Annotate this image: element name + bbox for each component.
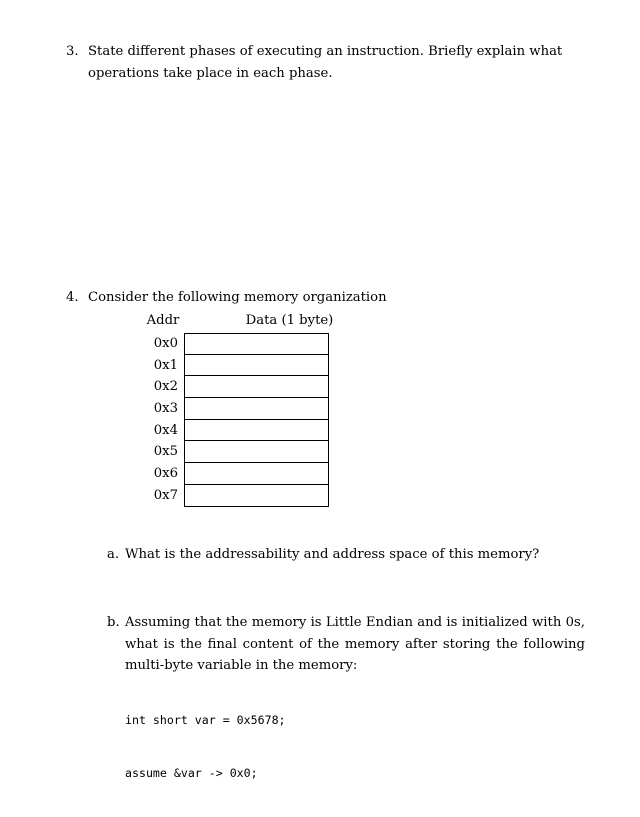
memory-table-body: 0x0 0x1 0x2 0x3 0x4 0x5 0x6 0x7 xyxy=(136,333,329,507)
memory-data-cell[interactable] xyxy=(184,419,329,442)
memory-data-cell[interactable] xyxy=(184,376,329,399)
memory-table: Addr Data (1 byte) 0x0 0x1 0x2 0x3 0x4 0… xyxy=(136,311,334,507)
memory-data-cell[interactable] xyxy=(184,484,329,507)
memory-data-cell[interactable] xyxy=(184,441,329,464)
subpart-b-marker: b. xyxy=(107,615,120,630)
subpart-a: a. What is the addressability and addres… xyxy=(107,544,587,566)
table-row: 0x6 xyxy=(136,463,329,485)
question-3-marker: 3. xyxy=(66,44,79,59)
memory-address-label: 0x5 xyxy=(153,444,178,460)
table-row: 0x2 xyxy=(136,376,329,399)
table-row: 0x1 xyxy=(136,354,329,377)
table-row: 0x5 xyxy=(136,441,329,464)
memory-table-header-row: Addr Data (1 byte) xyxy=(136,311,334,332)
memory-table-header-data: Data (1 byte) xyxy=(245,313,334,328)
memory-address-label: 0x0 xyxy=(153,336,178,351)
code-line-assumption: assume &var -> 0x0; xyxy=(125,765,258,780)
table-row: 0x0 xyxy=(136,333,329,355)
memory-data-cell[interactable] xyxy=(184,354,329,377)
question-3: 3. State different phases of executing a… xyxy=(66,41,586,84)
question-3-text: State different phases of executing an i… xyxy=(88,44,563,81)
question-4-text: Consider the following memory organizati… xyxy=(88,290,387,305)
memory-address-label: 0x4 xyxy=(153,422,178,438)
question-4-marker: 4. xyxy=(66,290,79,305)
memory-data-cell[interactable] xyxy=(184,463,329,485)
memory-address-label: 0x7 xyxy=(153,487,178,503)
memory-address-label: 0x2 xyxy=(153,379,178,395)
table-row: 0x4 xyxy=(136,419,329,442)
memory-address-label: 0x6 xyxy=(153,466,178,482)
subpart-b: b. Assuming that the memory is Little En… xyxy=(107,612,585,677)
memory-address-label: 0x3 xyxy=(153,401,178,417)
subpart-a-marker: a. xyxy=(107,547,120,562)
table-row: 0x7 xyxy=(136,484,329,507)
document-page: 3. State different phases of executing a… xyxy=(0,0,640,781)
memory-address-label: 0x1 xyxy=(153,357,178,373)
memory-data-cell[interactable] xyxy=(184,398,329,420)
code-line-declaration: int short var = 0x5678; xyxy=(125,713,286,727)
subpart-a-text: What is the addressability and address s… xyxy=(125,547,540,562)
table-row: 0x3 xyxy=(136,398,329,420)
memory-table-header-address: Addr xyxy=(146,313,180,328)
code-snippet: int short var = 0x5678; assume &var -> 0… xyxy=(125,677,286,817)
subpart-b-text: Assuming that the memory is Little Endia… xyxy=(125,615,585,673)
memory-data-cell[interactable] xyxy=(184,333,329,355)
question-4: 4. Consider the following memory organiz… xyxy=(66,287,586,309)
